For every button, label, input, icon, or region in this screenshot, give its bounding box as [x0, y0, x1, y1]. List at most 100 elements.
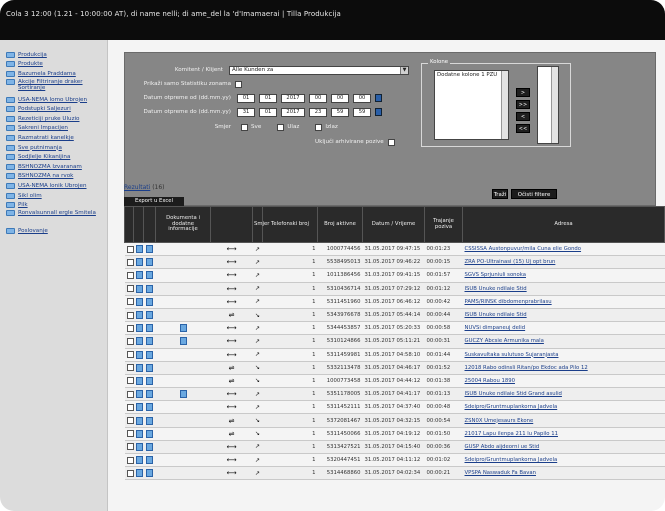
info-icon[interactable]	[146, 442, 153, 451]
row-checkbox[interactable]	[126, 403, 134, 411]
table-row[interactable]: ⟷ ↗ 1 5314468860 31.05.2017 04:02:34 00:00:21…	[124, 466, 665, 481]
row-checkbox[interactable]	[126, 390, 134, 398]
document-icon[interactable]	[135, 442, 143, 451]
date-from-second[interactable]: 00	[353, 93, 371, 103]
document-icon[interactable]	[135, 403, 143, 412]
table-row[interactable]: ⟷ ↗ 1 5313427521 31.05.2017 04:15:40 00:00:36…	[124, 440, 665, 455]
date-to-minute[interactable]: 59	[331, 107, 349, 117]
document-icon[interactable]	[135, 376, 143, 385]
sidebar-item[interactable]: Pilk	[0, 200, 107, 210]
document-icon[interactable]	[135, 337, 143, 346]
row-checkbox[interactable]	[126, 271, 134, 279]
column-header-duration[interactable]: Trajanje poziva	[424, 206, 463, 243]
row-checkbox[interactable]	[126, 337, 134, 345]
info-icon[interactable]	[146, 469, 153, 478]
table-row[interactable]: ⇌ ↘ 1 5372081467 31.05.2017 04:32:15 00:00:54…	[124, 413, 665, 428]
row-checkbox[interactable]	[126, 364, 134, 372]
address-link[interactable]: 25004 Rabou 1890	[462, 374, 665, 389]
document-icon[interactable]	[135, 297, 143, 306]
date-from-month[interactable]: 01	[259, 93, 277, 103]
table-row[interactable]: ⟷ ↗ 1 5351178005 31.05.2017 04:41:17 00:01:13…	[124, 387, 665, 402]
document-icon[interactable]	[135, 456, 143, 465]
sidebar-item[interactable]: Produkcija	[0, 50, 107, 60]
row-checkbox[interactable]	[126, 417, 134, 425]
row-checkbox[interactable]	[126, 351, 134, 359]
table-row[interactable]: ⟷ ↗ 1 5311452111 31.05.2017 04:37:40 00:00:48…	[124, 400, 665, 415]
sidebar-item[interactable]: Akcije Filtriranje draker Sortiranje	[0, 78, 107, 95]
address-link[interactable]: SGVS Sprjuniuli sonoka	[462, 268, 665, 283]
address-link[interactable]: 21017 Lapu ilenpa 211 lu Papilo 11	[462, 427, 665, 441]
info-icon[interactable]	[146, 324, 153, 333]
sidebar-item[interactable]: Sikl olim	[0, 191, 107, 201]
sidebar-item[interactable]: Produkte	[0, 60, 107, 70]
table-row[interactable]: ⇌ ↘ 1 5343976678 31.05.2017 05:44:14 00:00:44…	[124, 308, 665, 323]
sidebar-item[interactable]: Ronvalsunnall ergle Smitela	[0, 209, 107, 226]
row-checkbox[interactable]	[126, 245, 134, 253]
address-link[interactable]: Sdeipro/Gruntmuplankorna Jadvela	[462, 453, 665, 468]
table-row[interactable]: ⟷ ↗ 1 5344453857 31.05.2017 05:20:33 00:00:58…	[124, 321, 665, 336]
row-checkbox[interactable]	[126, 456, 134, 464]
direction-in-checkbox[interactable]	[277, 123, 285, 131]
info-icon[interactable]	[146, 429, 153, 438]
info-icon[interactable]	[146, 284, 153, 293]
column-header-phone[interactable]: Telefonski broj	[262, 206, 318, 243]
table-row[interactable]: ⟷ ↗ 1 1000774456 31.05.2017 09:47:15 00:01:23…	[124, 242, 665, 257]
date-from-year[interactable]: 2017	[281, 93, 305, 103]
direction-out-checkbox[interactable]	[315, 123, 323, 131]
table-row[interactable]: ⇌ ↘ 1 5332113478 31.05.2017 04:46:17 00:01:52…	[124, 361, 665, 375]
column-header-documents[interactable]: Dokumenta i dodatne informacije	[155, 206, 211, 243]
calendar-icon[interactable]	[375, 108, 382, 116]
table-row[interactable]: ⇌ ↘ 1 1000773458 31.05.2017 04:44:12 00:01:38…	[124, 374, 665, 389]
row-checkbox[interactable]	[126, 324, 134, 332]
address-link[interactable]: VPSPA Naswaduk Fa Bavan	[462, 466, 665, 481]
table-row[interactable]: ⟷ ↗ 1 5311459981 31.05.2017 04:58:10 00:01:44…	[124, 348, 665, 362]
sidebar-item[interactable]: Sodjlelje Kikanijina	[0, 152, 107, 162]
info-icon[interactable]	[146, 403, 153, 412]
document-icon[interactable]	[135, 429, 143, 438]
address-link[interactable]: ZSN0X Umejesaurs Ekone	[462, 413, 665, 428]
info-icon[interactable]	[146, 271, 153, 280]
sidebar-item[interactable]: USA-NEMA lomo Ubrojen	[0, 95, 107, 105]
row-checkbox[interactable]	[126, 258, 134, 266]
attachment-icon[interactable]	[179, 390, 187, 399]
document-icon[interactable]	[135, 245, 143, 254]
attachment-icon[interactable]	[179, 337, 187, 346]
address-link[interactable]: GUCZY Abcsie Armunika mala	[462, 334, 665, 349]
address-link[interactable]: NUVSi dimpaneuj delid	[462, 321, 665, 336]
address-link[interactable]: GUSP Abdo aijdeorni ue Stid	[462, 440, 665, 455]
list-scrollbar[interactable]	[501, 71, 508, 139]
date-to-year[interactable]: 2017	[281, 107, 305, 117]
address-link[interactable]: Suskavultaka sulutuso Sujaranjasta	[462, 348, 665, 362]
address-link[interactable]: PAMS/RINSK dibdomenprabrilasu	[462, 295, 665, 309]
column-header-direction[interactable]: Smjer	[252, 206, 269, 243]
column-header-datetime[interactable]: Datum / Vrijeme	[362, 206, 425, 243]
date-to-second[interactable]: 59	[353, 107, 371, 117]
address-link[interactable]: ISUB Unuke ndilaie Stid	[462, 308, 665, 323]
sidebar-item[interactable]: Bazumela Praddama	[0, 69, 107, 79]
move-left-button[interactable]: <	[516, 112, 530, 121]
table-row[interactable]: ⟷ ↗ 1 5311451960 31.05.2017 06:46:12 00:00:42…	[124, 295, 665, 309]
date-to-day[interactable]: 31	[237, 107, 255, 117]
date-from-day[interactable]: 01	[237, 93, 255, 103]
row-checkbox[interactable]	[126, 377, 134, 385]
selected-columns-list[interactable]	[537, 66, 559, 144]
direction-all-checkbox[interactable]	[241, 123, 248, 131]
info-icon[interactable]	[146, 258, 153, 267]
table-row[interactable]: ⇌ ↘ 1 5311450066 31.05.2017 04:19:12 00:01:50…	[124, 427, 665, 441]
info-icon[interactable]	[146, 245, 153, 254]
address-link[interactable]: ISUB Unuke ndilaie Stid Grand asulid	[462, 387, 665, 402]
sidebar-item[interactable]: Sakreni Impacijen	[0, 124, 107, 134]
table-row[interactable]: ⟷ ↗ 1 5310124866 31.05.2017 05:11:21 00:00:31…	[124, 334, 665, 349]
document-icon[interactable]	[135, 363, 143, 372]
search-button[interactable]: Traži	[492, 189, 508, 199]
info-icon[interactable]	[146, 337, 153, 346]
document-icon[interactable]	[135, 258, 143, 267]
archive-checkbox[interactable]	[387, 138, 395, 146]
sidebar-item[interactable]: Sve putnimanja	[0, 143, 107, 153]
row-checkbox[interactable]	[126, 285, 134, 293]
sidebar-item[interactable]: BSHNOZMA Izvaranam	[0, 162, 107, 172]
document-icon[interactable]	[135, 284, 143, 293]
date-from-minute[interactable]: 00	[331, 93, 349, 103]
sidebar-item[interactable]: Poslovanje	[0, 226, 107, 236]
row-checkbox[interactable]	[126, 443, 134, 451]
